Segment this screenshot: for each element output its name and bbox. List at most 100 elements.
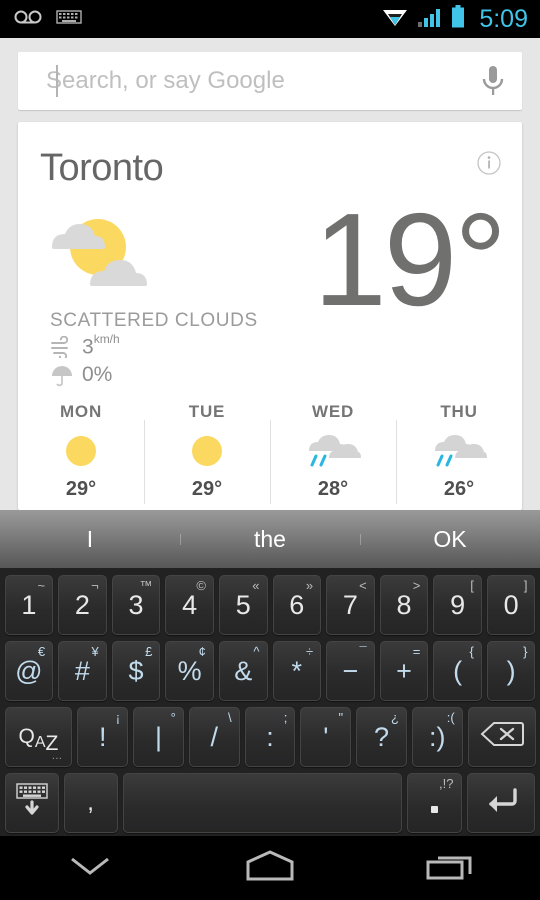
- forecast-day-2[interactable]: WED 28°: [270, 394, 396, 510]
- wind-unit: km/h: [93, 332, 120, 346]
- key-label: #: [74, 655, 90, 686]
- key-backspace[interactable]: [467, 707, 536, 767]
- more-dots-icon: …: [51, 750, 64, 762]
- key-colon[interactable]: :;: [244, 707, 296, 767]
- key-hint: >: [412, 578, 421, 593]
- key-slash[interactable]: / \: [188, 707, 240, 767]
- key-smiley[interactable]: :):(: [411, 707, 463, 767]
- key-paren-open[interactable]: ({: [433, 641, 482, 701]
- key-paren-close[interactable]: )}: [486, 641, 536, 701]
- period-dot: [430, 805, 438, 813]
- key-hint: ¿: [390, 710, 399, 725]
- key-9[interactable]: 9[: [433, 575, 482, 635]
- key-exclamation[interactable]: ! ¡: [77, 707, 129, 767]
- nav-home-button[interactable]: [180, 849, 360, 888]
- search-input[interactable]: Search, or say Google: [18, 52, 522, 110]
- key-label: *: [291, 655, 303, 686]
- forecast-day-3[interactable]: THU 26°: [396, 394, 522, 510]
- key-hint: :(: [446, 710, 455, 725]
- nav-recents-button[interactable]: [360, 850, 540, 887]
- key-label: /: [210, 721, 218, 752]
- sun-icon: [63, 428, 99, 474]
- wind-value: 3: [82, 335, 94, 359]
- key-hint: «: [252, 578, 260, 593]
- key-5[interactable]: 5 «: [218, 575, 268, 635]
- forecast-day-1[interactable]: TUE 29°: [144, 394, 270, 510]
- precipitation-value: 0%: [82, 363, 113, 386]
- key-hint: [: [470, 578, 474, 593]
- wind-icon: [50, 335, 74, 363]
- chevron-down-icon: [66, 853, 114, 884]
- forecast-temp: 28°: [317, 478, 349, 500]
- key-space[interactable]: [122, 773, 403, 833]
- key-comma[interactable]: ,: [63, 773, 118, 833]
- hide-keyboard-icon: [12, 780, 52, 827]
- key-2[interactable]: 2 ¬: [58, 575, 107, 635]
- key-hint: ^: [253, 644, 260, 659]
- key-hint: =: [412, 644, 421, 659]
- home-icon: [242, 849, 298, 888]
- key-hint: ~: [37, 578, 46, 593]
- suggestion-strip: I the OK: [0, 510, 540, 568]
- key-asterisk[interactable]: * ÷: [272, 641, 322, 701]
- sun-icon: [189, 428, 225, 474]
- forecast-day-label: MON: [59, 402, 103, 421]
- wifi-icon: [381, 6, 409, 33]
- key-at[interactable]: @ €: [4, 641, 54, 701]
- weather-condition: SCATTERED CLOUDS: [50, 310, 258, 331]
- voicemail-icon: [14, 9, 42, 30]
- battery-icon: [451, 4, 465, 34]
- key-dollar[interactable]: $ £: [111, 641, 161, 701]
- keyboard-row-numbers: 1 ~ 2 ¬ 3 ™ 4 © 5 « 6» 7 < 8 > 9[ 0]: [2, 572, 538, 638]
- forecast-row: MON 29° TUE 29° WED 28° THU 26°: [18, 394, 522, 510]
- key-hint: ¡: [115, 710, 121, 725]
- microphone-icon[interactable]: [480, 64, 506, 98]
- key-3[interactable]: 3 ™: [111, 575, 161, 635]
- key-hint: ©: [196, 578, 206, 593]
- key-8[interactable]: 8 >: [379, 575, 429, 635]
- key-hash[interactable]: # ¥: [58, 641, 107, 701]
- key-plus[interactable]: + =: [379, 641, 429, 701]
- key-period[interactable]: ,!?: [407, 773, 462, 833]
- key-enter[interactable]: [466, 773, 536, 833]
- key-label: +: [396, 655, 412, 686]
- key-4[interactable]: 4 ©: [165, 575, 214, 635]
- key-hint: ¯: [359, 644, 367, 659]
- suggestion-1[interactable]: the: [180, 526, 360, 553]
- alphabet-toggle-label: QAZ: [18, 725, 59, 755]
- weather-card[interactable]: Toronto SCATTERED CLOUDS 3km/h 0% 19° MO…: [18, 122, 522, 510]
- key-label: !: [98, 721, 107, 752]
- key-minus[interactable]: − ¯: [326, 641, 375, 701]
- key-hint: °: [170, 710, 176, 725]
- forecast-day-label: TUE: [188, 402, 226, 421]
- key-1[interactable]: 1 ~: [4, 575, 54, 635]
- recent-apps-icon: [424, 850, 476, 887]
- key-label: ): [506, 655, 516, 686]
- key-0[interactable]: 0]: [486, 575, 536, 635]
- forecast-temp: 26°: [443, 478, 475, 500]
- forecast-temp: 29°: [191, 478, 223, 500]
- key-alphabet-toggle[interactable]: QAZ …: [4, 707, 73, 767]
- forecast-day-0[interactable]: MON 29°: [18, 394, 144, 510]
- forecast-temp: 29°: [65, 478, 97, 500]
- suggestion-2[interactable]: OK: [360, 526, 540, 553]
- key-hint: £: [145, 644, 153, 659]
- key-question[interactable]: ? ¿: [356, 707, 407, 767]
- key-6[interactable]: 6»: [272, 575, 322, 635]
- key-hide-keyboard[interactable]: [4, 773, 59, 833]
- key-label: |: [154, 721, 162, 752]
- key-hint: ÷: [305, 644, 314, 659]
- key-label: 3: [128, 589, 144, 620]
- key-7[interactable]: 7 <: [326, 575, 375, 635]
- key-pipe[interactable]: | °: [133, 707, 184, 767]
- key-label: 5: [235, 589, 251, 620]
- key-label: ': [323, 721, 329, 752]
- info-icon[interactable]: [476, 150, 502, 176]
- key-label: 1: [21, 589, 37, 620]
- nav-back-button[interactable]: [0, 853, 180, 884]
- key-apostrophe[interactable]: ' ": [300, 707, 352, 767]
- key-label: %: [177, 655, 202, 686]
- key-percent[interactable]: % ¢: [165, 641, 214, 701]
- key-ampersand[interactable]: & ^: [218, 641, 268, 701]
- suggestion-0[interactable]: I: [0, 526, 180, 553]
